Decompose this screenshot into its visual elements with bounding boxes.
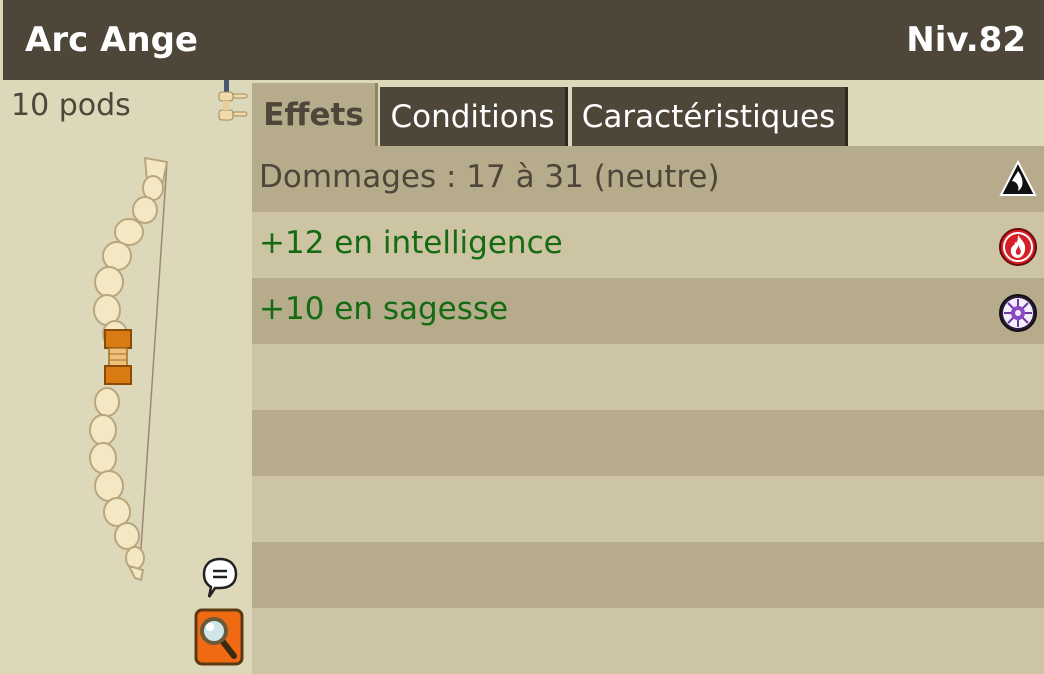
item-preview-pane: 10 pods — [3, 80, 252, 674]
effect-text: +10 en sagesse — [259, 291, 509, 327]
speech-bubble-icon[interactable] — [201, 556, 239, 600]
title-bar: Arc Ange Niv.82 — [3, 0, 1044, 80]
empty-row — [252, 542, 1044, 608]
empty-row — [252, 344, 1044, 410]
effect-text: Dommages : 17 à 31 (neutre) — [259, 159, 720, 195]
wisdom-icon — [999, 294, 1037, 332]
neutral-element-icon — [999, 159, 1037, 196]
item-tooltip-window: Arc Ange Niv.82 10 pods Effets Condition… — [0, 0, 1044, 674]
empty-row — [252, 476, 1044, 542]
tab-bar: Effets Conditions Caractéristiques — [252, 80, 1044, 146]
bow-image — [89, 156, 169, 582]
tab-effets[interactable]: Effets — [252, 83, 378, 146]
tab-caracteristiques[interactable]: Caractéristiques — [572, 87, 848, 146]
empty-row — [252, 608, 1044, 674]
empty-row — [252, 410, 1044, 476]
effect-row: +10 en sagesse — [252, 278, 1044, 344]
effect-row: +12 en intelligence — [252, 212, 1044, 278]
tab-conditions[interactable]: Conditions — [380, 87, 568, 146]
magnifier-icon[interactable] — [194, 608, 244, 666]
item-name: Arc Ange — [25, 20, 198, 60]
two-hands-icon — [218, 80, 248, 121]
fire-element-icon — [999, 228, 1037, 266]
item-level: Niv.82 — [906, 20, 1026, 60]
effect-text: +12 en intelligence — [259, 225, 563, 261]
item-weight: 10 pods — [11, 88, 131, 123]
effects-list: Dommages : 17 à 31 (neutre) +12 en intel… — [252, 146, 1044, 674]
effect-row: Dommages : 17 à 31 (neutre) — [252, 146, 1044, 212]
